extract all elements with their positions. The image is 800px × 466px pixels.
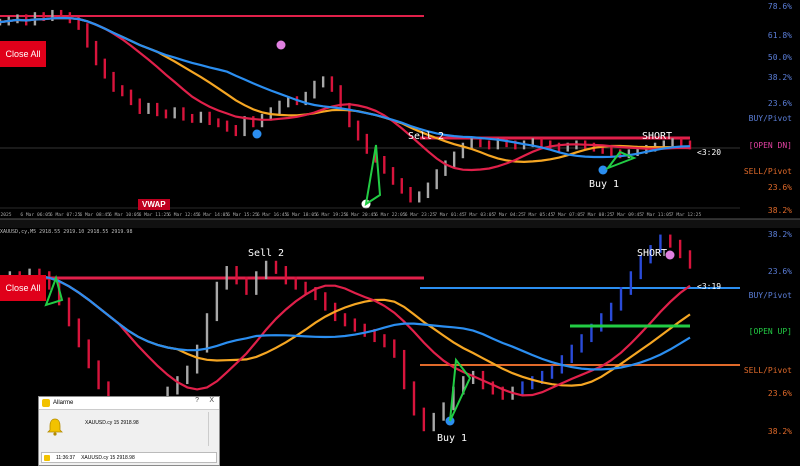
- signal-dot: [276, 40, 286, 50]
- alarm-row-message: XAUUSD.cy 15 2918.98: [81, 454, 135, 461]
- level-label: [OPEN UP]: [749, 327, 792, 336]
- x-tick-label: 6 Mar 18:05: [286, 212, 317, 218]
- close-icon[interactable]: X: [209, 397, 214, 404]
- level-label: BUY/Pivot: [749, 114, 793, 123]
- signal-annotation: SHORT: [642, 131, 672, 142]
- x-tick-label: 7 Mar 04:25: [493, 212, 524, 218]
- close-all-button-top[interactable]: Close All: [0, 41, 46, 67]
- x-tick-label: 7 Mar 12:25: [671, 212, 702, 218]
- current-price-label: <3:20: [697, 148, 721, 157]
- level-label: SELL/Pivot: [744, 366, 792, 375]
- alarm-message: XAUUSD.cy 15 2918.98: [85, 420, 139, 426]
- alarm-history-row[interactable]: 11:36:37 XAUUSD.cy 15 2918.98: [41, 452, 217, 463]
- level-label: 23.6%: [768, 99, 792, 108]
- x-tick-label: 6 Mar 12:45: [168, 212, 199, 218]
- alarm-dialog[interactable]: Allarme ? X XAUUSD.cy 15 2918.98 11:36:3…: [38, 396, 220, 466]
- vwap-line: [0, 16, 691, 172]
- x-tick-label: 6 Mar 06:05: [20, 212, 51, 218]
- x-tick-label: 6 Mar 22:05: [375, 212, 406, 218]
- x-tick-label: 6 Mar 10:05: [109, 212, 140, 218]
- alarm-app-icon: [42, 399, 50, 407]
- x-tick-label: 7 Mar 01:45: [434, 212, 465, 218]
- level-label: 38.2%: [768, 73, 792, 82]
- x-tick-label: 7 Mar 08:25: [582, 212, 613, 218]
- alarm-row-icon: [44, 454, 50, 461]
- x-tick-label: 6 Mar 20:45: [346, 212, 377, 218]
- chart-pane-1: [0, 9, 740, 209]
- help-icon[interactable]: ?: [195, 397, 199, 404]
- x-tick-label: 6 Mar 07:25: [50, 212, 81, 218]
- signal-annotation: Buy 1: [589, 179, 619, 190]
- level-label: [OPEN DN]: [749, 141, 792, 150]
- x-tick-label: 2025: [0, 212, 11, 218]
- x-tick-label: 7 Mar 03:05: [464, 212, 495, 218]
- level-label: 23.6%: [768, 267, 792, 276]
- bell-icon: [47, 418, 63, 436]
- signal-annotation: Buy 1: [437, 433, 467, 444]
- signal-annotation: Sell 2: [408, 131, 444, 142]
- x-tick-label: 6 Mar 16:45: [257, 212, 288, 218]
- buy-signal-triangle: [449, 357, 472, 422]
- buy-signal-triangle: [364, 144, 382, 207]
- x-tick-label: 6 Mar 15:25: [227, 212, 258, 218]
- alarm-titlebar: Allarme ? X: [39, 397, 219, 410]
- level-label: 38.2%: [768, 230, 792, 239]
- level-label: 23.6%: [768, 183, 792, 192]
- x-tick-label: 6 Mar 08:45: [79, 212, 110, 218]
- ma-orange-line: [0, 16, 691, 164]
- x-tick-label: 6 Mar 19:25: [316, 212, 347, 218]
- level-label: 61.8%: [768, 31, 792, 40]
- x-tick-label: 7 Mar 05:45: [523, 212, 554, 218]
- current-price-label: <3:19: [697, 282, 721, 291]
- level-label: 38.2%: [768, 206, 792, 215]
- signal-annotation: SHORT: [637, 248, 667, 259]
- signal-annotation: Sell 2: [248, 248, 284, 259]
- alarm-title: Allarme: [53, 400, 74, 406]
- ma-blue-line: [0, 16, 691, 159]
- level-label: SELL/Pivot: [744, 167, 792, 176]
- alarm-row-time: 11:36:37: [56, 454, 76, 461]
- x-tick-label: 7 Mar 09:45: [612, 212, 643, 218]
- x-tick-label: 7 Mar 11:05: [641, 212, 672, 218]
- x-tick-label: 6 Mar 14:05: [198, 212, 229, 218]
- signal-dot: [252, 129, 262, 139]
- close-all-button-bottom[interactable]: Close All: [0, 275, 46, 301]
- pane-separator: [0, 219, 800, 228]
- vwap-tag: VWAP: [138, 199, 170, 210]
- alarm-scrollbar[interactable]: [208, 412, 215, 446]
- level-label: 23.6%: [768, 389, 792, 398]
- x-tick-label: 7 Mar 07:05: [553, 212, 584, 218]
- x-tick-label: 6 Mar 11:25: [139, 212, 170, 218]
- signal-dot: [598, 165, 608, 175]
- level-label: 50.0%: [768, 53, 792, 62]
- symbol-header: XAUUSD,cy,M5 2918.55 2919.10 2918.55 291…: [0, 229, 133, 235]
- x-tick-label: 6 Mar 23:25: [405, 212, 436, 218]
- level-label: 38.2%: [768, 427, 792, 436]
- level-label: 78.6%: [768, 2, 792, 11]
- level-label: BUY/Pivot: [749, 291, 793, 300]
